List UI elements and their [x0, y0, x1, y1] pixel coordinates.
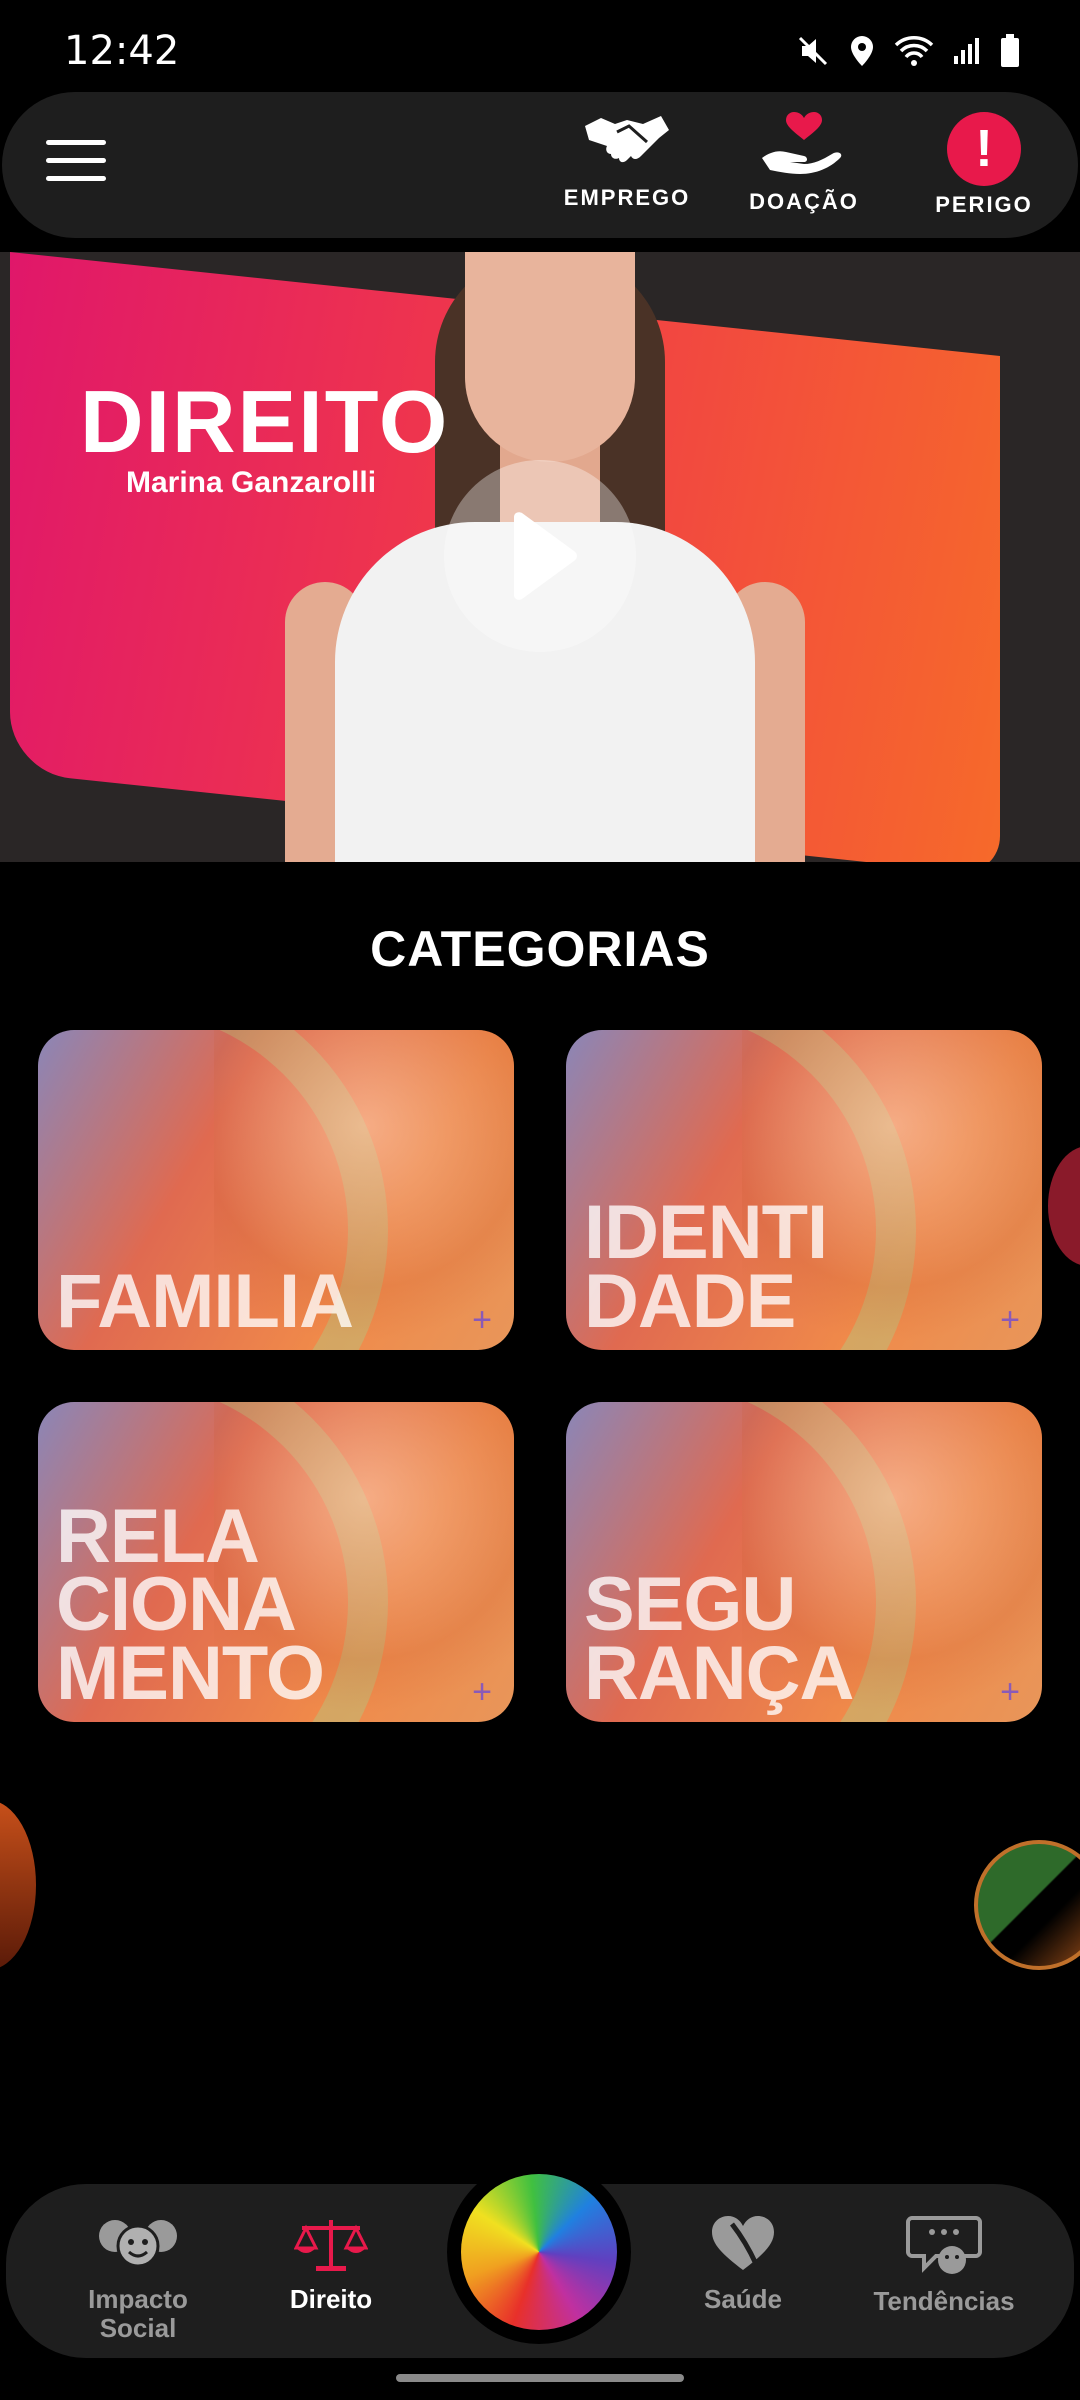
plus-icon: +	[472, 1301, 492, 1339]
nav-label: Tendências	[873, 2286, 1015, 2316]
category-label: IDENTI DADE	[584, 1190, 828, 1344]
play-button[interactable]	[444, 460, 636, 652]
status-icons	[796, 34, 1020, 73]
hero-subtitle: Marina Ganzarolli	[126, 466, 377, 499]
app-screen: 12:42 EMPREGO DOAÇÃO ! PERIGO DIREITO Ma…	[0, 0, 1080, 2400]
center-home-button[interactable]	[447, 2160, 631, 2344]
health-heart-icon	[710, 2216, 776, 2278]
status-time: 12:42	[64, 28, 180, 74]
hamburger-icon	[46, 140, 106, 145]
nav-item-impacto-social[interactable]: Impacto Social	[68, 2214, 208, 2342]
handshake-icon	[581, 116, 673, 178]
location-icon	[848, 34, 876, 73]
nav-item-direito[interactable]: Direito	[266, 2214, 396, 2314]
category-label: SEGU RANÇA	[584, 1562, 854, 1716]
category-card-identidade[interactable]: IDENTI DADE +	[566, 1030, 1042, 1350]
category-card-familia[interactable]: FAMILIA +	[38, 1030, 514, 1350]
top-app-bar: EMPREGO DOAÇÃO ! PERIGO	[2, 92, 1078, 238]
hero-title: DIREITO	[80, 372, 450, 471]
battery-icon	[1000, 34, 1020, 73]
perigo-button[interactable]: ! PERIGO	[924, 112, 1044, 218]
category-label: FAMILIA	[56, 1258, 354, 1344]
perigo-label: PERIGO	[935, 192, 1033, 217]
wifi-icon	[894, 35, 934, 72]
decorative-bubble	[0, 1800, 36, 1970]
category-card-relacionamento[interactable]: RELA CIONA MENTO +	[38, 1402, 514, 1722]
nav-label: Direito	[289, 2284, 373, 2314]
category-label: RELA CIONA MENTO	[56, 1493, 325, 1716]
emprego-label: EMPREGO	[563, 185, 691, 210]
plus-icon: +	[1000, 1673, 1020, 1711]
donation-heart-hand-icon	[758, 112, 850, 182]
plus-icon: +	[1000, 1301, 1020, 1339]
social-impact-faces-icon	[97, 2220, 179, 2278]
gesture-home-indicator[interactable]	[396, 2374, 684, 2382]
play-icon	[514, 512, 577, 600]
doacao-label: DOAÇÃO	[749, 189, 859, 214]
menu-button[interactable]	[46, 140, 106, 190]
doacao-button[interactable]: DOAÇÃO	[744, 112, 864, 215]
nav-item-saude[interactable]: Saúde	[678, 2214, 808, 2314]
category-card-seguranca[interactable]: SEGU RANÇA +	[566, 1402, 1042, 1722]
scales-icon	[293, 2220, 369, 2278]
plus-icon: +	[472, 1673, 492, 1711]
mute-icon	[796, 34, 830, 73]
nav-item-tendencias[interactable]: Tendências	[854, 2214, 1034, 2316]
nav-label: Impacto Social	[88, 2284, 188, 2343]
danger-alert-icon: !	[947, 112, 1021, 186]
rainbow-orb-icon	[461, 2174, 617, 2330]
categories-title: CATEGORIAS	[370, 921, 710, 977]
chat-bubble-icon	[906, 2216, 982, 2280]
decorative-bubble	[974, 1840, 1080, 1970]
emprego-button[interactable]: EMPREGO	[562, 112, 692, 211]
status-bar: 12:42	[0, 0, 1080, 92]
nav-label: Saúde	[703, 2284, 783, 2314]
signal-icon	[952, 36, 982, 71]
decorative-bubble	[1048, 1146, 1080, 1266]
